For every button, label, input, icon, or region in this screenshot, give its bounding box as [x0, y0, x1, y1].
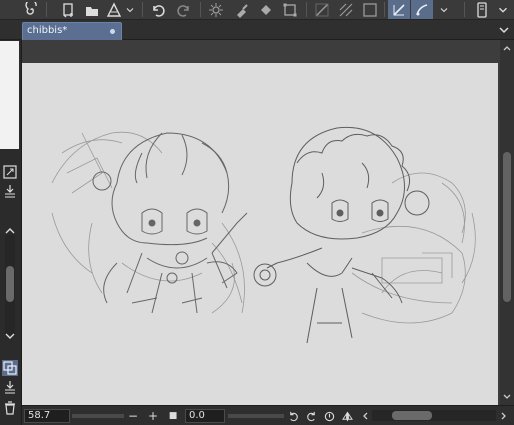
document-tab-title: chibbis* — [27, 25, 68, 36]
command-toolbar — [0, 0, 514, 20]
grid-icon[interactable] — [336, 0, 356, 19]
rotation-slider[interactable] — [228, 414, 284, 418]
ruler-icon[interactable] — [312, 0, 332, 19]
undo-icon[interactable] — [148, 0, 168, 19]
spiral-icon[interactable] — [22, 0, 42, 19]
rotate-left-icon[interactable] — [286, 408, 300, 424]
vertical-scroll-thumb[interactable] — [503, 152, 511, 302]
chevron-down-icon[interactable] — [2, 328, 18, 344]
scroll-up-icon[interactable] — [503, 44, 511, 52]
cone-icon[interactable] — [104, 0, 124, 19]
sketch-drawing — [51, 126, 476, 344]
sparkle-icon[interactable] — [206, 0, 226, 19]
fill-icon[interactable] — [256, 0, 276, 19]
move-layer-icon[interactable] — [2, 183, 18, 199]
flip-horizontal-icon[interactable] — [340, 408, 354, 424]
transform-icon[interactable] — [280, 0, 300, 19]
rotate-right-icon[interactable] — [304, 408, 318, 424]
app-window: chibbis* 58.7 − + ■ 0.0 — [0, 0, 514, 425]
phone-icon[interactable] — [472, 0, 492, 19]
chevron-down-icon[interactable] — [496, 0, 510, 19]
zoom-level-field[interactable]: 58.7 — [24, 409, 70, 423]
navigator-panel — [0, 41, 19, 149]
zoom-in-button[interactable]: + — [146, 408, 160, 424]
reset-rotation-icon[interactable] — [322, 408, 336, 424]
lasso-active-icon[interactable] — [411, 0, 433, 19]
scroll-right-icon[interactable] — [497, 408, 511, 424]
left-dock — [0, 40, 22, 425]
fit-view-icon[interactable] — [2, 164, 18, 180]
vertical-scrollbar[interactable] — [500, 40, 514, 405]
chevron-down-icon[interactable] — [438, 0, 450, 19]
trash-icon[interactable] — [2, 400, 18, 416]
layer-property-icon[interactable] — [2, 360, 18, 376]
horizontal-scroll-track[interactable] — [372, 410, 496, 421]
document-tab-bar: chibbis* — [0, 20, 514, 40]
redo-icon[interactable] — [174, 0, 194, 19]
scroll-left-icon[interactable] — [358, 408, 372, 424]
fit-to-window-button[interactable]: ■ — [166, 408, 180, 424]
frame-icon[interactable] — [360, 0, 380, 19]
rotation-angle-field[interactable]: 0.0 — [185, 409, 225, 423]
tab-list-chevron-icon[interactable] — [498, 23, 510, 37]
chevron-down-icon[interactable] — [124, 0, 136, 19]
zoom-out-button[interactable]: − — [126, 408, 140, 424]
pen-active-icon[interactable] — [388, 0, 410, 19]
canvas-viewport[interactable] — [22, 40, 500, 405]
brush-icon[interactable] — [232, 0, 252, 19]
left-panel-scroll-thumb[interactable] — [6, 266, 14, 302]
status-bar: 58.7 − + ■ 0.0 — [22, 405, 514, 425]
zoom-slider[interactable] — [72, 414, 124, 418]
scroll-down-icon[interactable] — [503, 393, 511, 401]
document-tab[interactable]: chibbis* — [22, 22, 122, 40]
new-layer-icon[interactable] — [58, 0, 78, 19]
canvas-paper[interactable] — [22, 63, 498, 405]
tab-close-icon[interactable] — [110, 29, 115, 34]
horizontal-scroll-thumb[interactable] — [392, 411, 432, 420]
merge-down-icon[interactable] — [2, 379, 18, 395]
folder-icon[interactable] — [82, 0, 102, 19]
